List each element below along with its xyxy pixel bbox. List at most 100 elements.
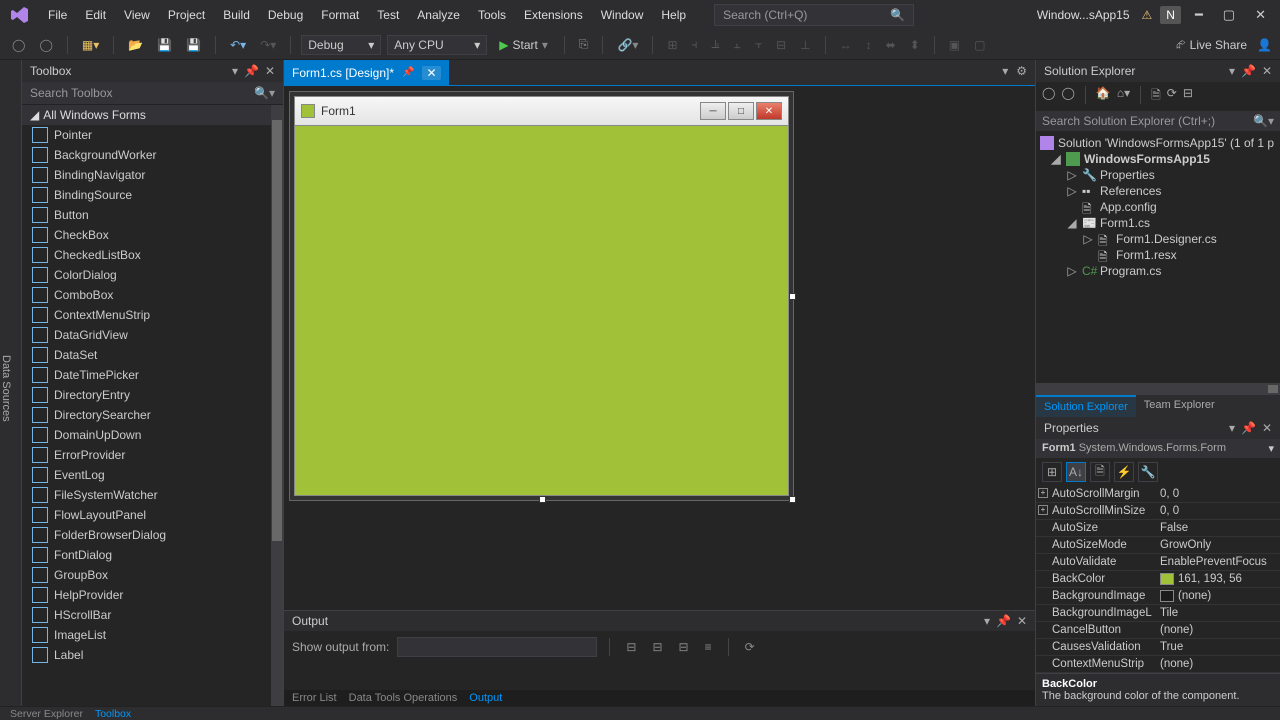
align-left-icon[interactable]: ⫞ xyxy=(688,35,702,54)
browser-link-button[interactable]: 🔗▾ xyxy=(613,36,642,54)
form-window[interactable]: Form1 ─ □ ✕ xyxy=(294,96,789,496)
toolbox-item[interactable]: FolderBrowserDialog xyxy=(22,525,283,545)
menu-file[interactable]: File xyxy=(40,4,75,26)
resize-handle-se[interactable] xyxy=(789,496,796,503)
property-value[interactable]: (none) xyxy=(1154,656,1280,672)
pin-icon[interactable]: 📌 xyxy=(402,67,414,78)
panel-pin-button[interactable]: 📌 xyxy=(1241,421,1256,435)
nav-back-button[interactable]: ◯ xyxy=(8,36,29,54)
open-file-button[interactable]: 📂 xyxy=(124,36,147,54)
menu-extensions[interactable]: Extensions xyxy=(516,4,591,26)
alphabetical-button[interactable]: A↓ xyxy=(1066,462,1086,482)
toolbox-item[interactable]: ImageList xyxy=(22,625,283,645)
toolbox-scrollbar[interactable] xyxy=(271,105,283,706)
menu-tools[interactable]: Tools xyxy=(470,4,514,26)
panel-pin-button[interactable]: 📌 xyxy=(1241,64,1256,78)
liveshare-button[interactable]: ⮳Live Share xyxy=(1176,37,1247,52)
toolbox-item[interactable]: DataGridView xyxy=(22,325,283,345)
close-button[interactable]: ✕ xyxy=(1255,7,1266,23)
property-row[interactable]: +AutoScrollMargin0, 0 xyxy=(1036,486,1280,503)
toolbox-item[interactable]: Label xyxy=(22,645,283,665)
bottom-tab[interactable]: Output xyxy=(469,692,502,704)
property-value[interactable]: (none) xyxy=(1154,622,1280,638)
collapse-icon[interactable]: ◢ xyxy=(1050,152,1062,166)
panel-dropdown-button[interactable]: ▾ xyxy=(1229,421,1235,435)
property-row[interactable]: AutoSizeModeGrowOnly xyxy=(1036,537,1280,554)
tree-node[interactable]: ▷🔧Properties xyxy=(1038,167,1278,183)
expand-icon[interactable]: ▷ xyxy=(1066,168,1078,182)
menu-help[interactable]: Help xyxy=(653,4,694,26)
expand-icon[interactable]: + xyxy=(1038,488,1048,498)
property-row[interactable]: BackgroundImageLTile xyxy=(1036,605,1280,622)
panel-close-button[interactable]: ✕ xyxy=(1262,421,1272,435)
panel-close-button[interactable]: ✕ xyxy=(265,64,275,78)
menu-analyze[interactable]: Analyze xyxy=(409,4,468,26)
menu-build[interactable]: Build xyxy=(215,4,258,26)
toolbox-group[interactable]: ◢All Windows Forms xyxy=(22,105,283,125)
property-value[interactable]: False xyxy=(1154,520,1280,536)
toolbox-item[interactable]: BindingSource xyxy=(22,185,283,205)
bottom-tab[interactable]: Data Tools Operations xyxy=(349,692,458,704)
sol-back-button[interactable]: ◯ xyxy=(1042,86,1055,107)
nav-fwd-button[interactable]: ◯ xyxy=(35,36,56,54)
panel-pin-button[interactable]: 📌 xyxy=(996,614,1011,628)
menu-format[interactable]: Format xyxy=(313,4,367,26)
output-next-icon[interactable]: ⊟ xyxy=(675,638,693,656)
new-project-button[interactable]: ▦▾ xyxy=(78,36,103,54)
solution-search[interactable]: Search Solution Explorer (Ctrl+;) 🔍▾ xyxy=(1036,111,1280,131)
form-body[interactable] xyxy=(295,125,788,495)
sol-refresh-button[interactable]: ⟳ xyxy=(1167,86,1177,107)
undo-button[interactable]: ↶▾ xyxy=(226,36,250,54)
warning-icon[interactable]: ⚠ xyxy=(1142,8,1153,22)
config-combo[interactable]: Debug▾ xyxy=(301,35,381,55)
tree-node[interactable]: ▷▪▪References xyxy=(1038,183,1278,199)
property-row[interactable]: +AutoScrollMinSize0, 0 xyxy=(1036,503,1280,520)
hspace-icon[interactable]: ↔ xyxy=(836,36,856,54)
properties-button[interactable]: 🗎 xyxy=(1090,462,1110,482)
property-row[interactable]: ContextMenuStrip(none) xyxy=(1036,656,1280,673)
menu-debug[interactable]: Debug xyxy=(260,4,311,26)
menu-test[interactable]: Test xyxy=(369,4,407,26)
toolbox-item[interactable]: EventLog xyxy=(22,465,283,485)
align-top-icon[interactable]: ⫟ xyxy=(751,35,766,54)
expand-icon[interactable]: + xyxy=(1038,505,1048,515)
align-middle-icon[interactable]: ⊟ xyxy=(772,36,790,54)
redo-button[interactable]: ↷▾ xyxy=(256,36,280,54)
output-clear-icon[interactable]: ≡ xyxy=(701,638,716,656)
output-source-combo[interactable] xyxy=(397,637,597,657)
toolbox-item[interactable]: ErrorProvider xyxy=(22,445,283,465)
property-value[interactable]: 161, 193, 56 xyxy=(1154,571,1280,587)
panel-pin-button[interactable]: 📌 xyxy=(244,64,259,78)
toolbox-item[interactable]: ColorDialog xyxy=(22,265,283,285)
panel-dropdown-button[interactable]: ▾ xyxy=(1229,64,1235,78)
solution-explorer-tab[interactable]: Solution Explorer xyxy=(1036,395,1136,417)
data-sources-tab[interactable]: Data Sources xyxy=(0,60,22,706)
toolbox-item[interactable]: DomainUpDown xyxy=(22,425,283,445)
panel-dropdown-button[interactable]: ▾ xyxy=(232,64,238,78)
order-front-icon[interactable]: ▣ xyxy=(945,36,964,54)
output-wrap-icon[interactable]: ⟳ xyxy=(741,638,759,656)
platform-combo[interactable]: Any CPU▾ xyxy=(387,35,487,55)
bottom-tab[interactable]: Error List xyxy=(292,692,337,704)
expand-icon[interactable]: ▷ xyxy=(1066,184,1078,198)
toolbox-item[interactable]: CheckBox xyxy=(22,225,283,245)
property-row[interactable]: CausesValidationTrue xyxy=(1036,639,1280,656)
output-prev-icon[interactable]: ⊟ xyxy=(648,638,666,656)
vspace-icon[interactable]: ↕ xyxy=(862,36,876,54)
tree-node[interactable]: 🗎Form1.resx xyxy=(1038,247,1278,263)
order-back-icon[interactable]: ▢ xyxy=(970,36,989,54)
property-row[interactable]: CancelButton(none) xyxy=(1036,622,1280,639)
minimize-button[interactable]: ━ xyxy=(1195,7,1203,23)
project-node[interactable]: ◢WindowsFormsApp15 xyxy=(1038,151,1278,167)
categorized-button[interactable]: ⊞ xyxy=(1042,462,1062,482)
output-find-icon[interactable]: ⊟ xyxy=(622,638,640,656)
size-height-icon[interactable]: ⬍ xyxy=(906,36,924,54)
toolbox-item[interactable]: BindingNavigator xyxy=(22,165,283,185)
toolbox-item[interactable]: ComboBox xyxy=(22,285,283,305)
toolbox-item[interactable]: Button xyxy=(22,205,283,225)
tab-options-button[interactable]: ⚙ xyxy=(1016,64,1027,81)
document-tab[interactable]: Form1.cs [Design]* 📌 ✕ xyxy=(284,60,449,85)
team-explorer-tab[interactable]: Team Explorer xyxy=(1136,395,1223,417)
toolbox-item[interactable]: BackgroundWorker xyxy=(22,145,283,165)
user-badge[interactable]: N xyxy=(1160,6,1181,24)
